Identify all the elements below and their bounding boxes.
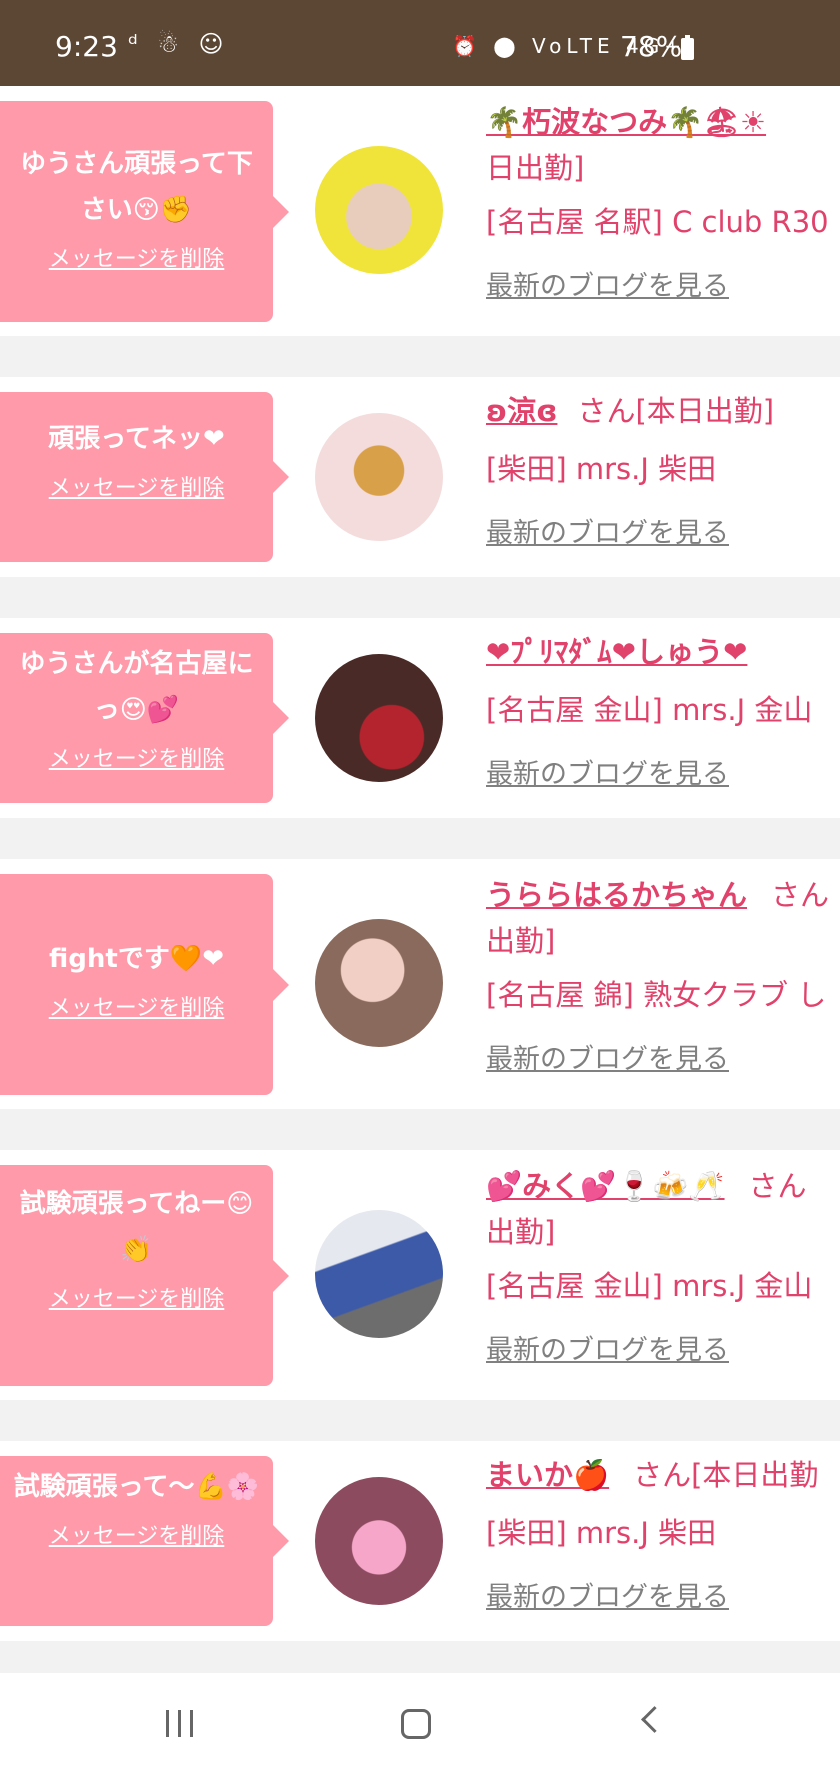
girl-status: さん[本日出勤	[633, 1458, 819, 1492]
girl-status-line: 出勤]	[486, 1215, 556, 1249]
girl-name-link[interactable]: まいか🍎	[486, 1458, 609, 1492]
girl-name-link[interactable]: ʚ涼ɞ	[486, 394, 557, 428]
avatar[interactable]	[315, 413, 443, 541]
message-row: 頑張ってネッ❤ メッセージを削除 ʚ涼ɞ さん[本日出勤] [柴田] mrs.J …	[0, 377, 840, 577]
message-text: ゆうさん頑張って下さい😚✊	[20, 149, 253, 225]
avatar[interactable]	[315, 1210, 443, 1338]
message-bubble: 頑張ってネッ❤ メッセージを削除	[0, 392, 289, 562]
status-time: 9:23	[55, 30, 118, 63]
shop-name: [名古屋 金山] mrs.J 金山	[486, 693, 813, 727]
message-row: fightです🧡❤ メッセージを削除 うららはるかちゃん さん 出勤] [名古屋 …	[0, 859, 840, 1109]
recent-apps-icon[interactable]	[166, 1710, 196, 1737]
blog-link[interactable]: 最新のブログを見る	[486, 1043, 840, 1077]
girl-status-line: 日出勤]	[486, 151, 585, 185]
blog-link[interactable]: 最新のブログを見る	[486, 517, 840, 551]
message-text: 試験頑張って〜💪🌸	[13, 1472, 260, 1502]
girl-info: うららはるかちゃん さん 出勤] [名古屋 錦] 熟女クラブ し 最新のブログを見…	[486, 877, 840, 1077]
girl-info: ʚ涼ɞ さん[本日出勤] [柴田] mrs.J 柴田 最新のブログを見る	[486, 393, 840, 551]
message-row: ゆうさん頑張って下さい😚✊ メッセージを削除 🌴朽波なつみ🌴🏖☀ 日出勤] [名…	[0, 86, 840, 336]
avatar[interactable]	[315, 146, 443, 274]
battery-icon	[681, 35, 694, 60]
blog-link[interactable]: 最新のブログを見る	[486, 1581, 840, 1615]
delete-message-link[interactable]: メッセージを削除	[0, 1281, 273, 1313]
message-bubble: 試験頑張ってねー😊👏 メッセージを削除	[0, 1165, 289, 1386]
girl-status: さん	[748, 1169, 807, 1203]
back-icon[interactable]	[641, 1706, 668, 1733]
avatar[interactable]	[315, 1477, 443, 1605]
shop-name: [名古屋 錦] 熟女クラブ し	[486, 978, 827, 1012]
avatar[interactable]	[315, 919, 443, 1047]
girl-name-link[interactable]: 🌴朽波なつみ🌴🏖☀	[486, 105, 766, 139]
shop-name: [柴田] mrs.J 柴田	[486, 1516, 717, 1550]
message-row: ゆうさんが名古屋にっ😍💕 メッセージを削除 ❤ﾌﾟﾘﾏﾀﾞﾑ❤しゅう❤ [名古屋…	[0, 618, 840, 818]
delete-message-link[interactable]: メッセージを削除	[0, 741, 273, 773]
message-text: ゆうさんが名古屋にっ😍💕	[19, 649, 254, 725]
notification-icons: ᵈ ☃ ☺	[128, 30, 230, 58]
battery-percent: 78%	[620, 30, 683, 63]
message-bubble: fightです🧡❤ メッセージを削除	[0, 874, 289, 1095]
avatar[interactable]	[315, 654, 443, 782]
girl-name-link[interactable]: ❤ﾌﾟﾘﾏﾀﾞﾑ❤しゅう❤	[486, 635, 747, 669]
message-text: 試験頑張ってねー😊👏	[19, 1189, 254, 1265]
delete-message-link[interactable]: メッセージを削除	[0, 241, 273, 273]
girl-info: 🌴朽波なつみ🌴🏖☀ 日出勤] [名古屋 名駅] C club R30 最新のブロ…	[486, 104, 840, 304]
blog-link[interactable]: 最新のブログを見る	[486, 1334, 840, 1368]
blog-link[interactable]: 最新のブログを見る	[486, 758, 840, 792]
delete-message-link[interactable]: メッセージを削除	[0, 990, 273, 1022]
shop-name: [柴田] mrs.J 柴田	[486, 452, 717, 486]
girl-status-line: 出勤]	[486, 924, 556, 958]
home-icon[interactable]	[401, 1709, 431, 1739]
message-bubble: ゆうさんが名古屋にっ😍💕 メッセージを削除	[0, 633, 289, 803]
message-bubble: 試験頑張って〜💪🌸 メッセージを削除	[0, 1456, 289, 1626]
delete-message-link[interactable]: メッセージを削除	[0, 470, 273, 502]
girl-name-link[interactable]: うららはるかちゃん	[486, 878, 747, 912]
message-row: 試験頑張ってねー😊👏 メッセージを削除 💕みく💕🍷🍻🥂 さん 出勤] [名古屋 金…	[0, 1150, 840, 1400]
girl-info: ❤ﾌﾟﾘﾏﾀﾞﾑ❤しゅう❤ [名古屋 金山] mrs.J 金山 最新のブログを見…	[486, 634, 840, 792]
message-text: fightです🧡❤	[49, 944, 224, 974]
message-text: 頑張ってネッ❤	[48, 424, 225, 454]
message-bubble: ゆうさん頑張って下さい😚✊ メッセージを削除	[0, 101, 289, 322]
blog-link[interactable]: 最新のブログを見る	[486, 270, 840, 304]
girl-info: 💕みく💕🍷🍻🥂 さん 出勤] [名古屋 金山] mrs.J 金山 最新のブログを見…	[486, 1168, 840, 1368]
shop-name: [名古屋 名駅] C club R30	[486, 205, 829, 239]
girl-info: まいか🍎 さん[本日出勤 [柴田] mrs.J 柴田 最新のブログを見る	[486, 1457, 840, 1615]
message-row: 試験頑張って〜💪🌸 メッセージを削除 まいか🍎 さん[本日出勤 [柴田] mrs.…	[0, 1441, 840, 1641]
navigation-bar	[0, 1673, 840, 1773]
delete-message-link[interactable]: メッセージを削除	[0, 1518, 273, 1550]
girl-status: さん	[771, 878, 830, 912]
shop-name: [名古屋 金山] mrs.J 金山	[486, 1269, 813, 1303]
girl-name-link[interactable]: 💕みく💕🍷🍻🥂	[486, 1169, 725, 1203]
status-bar: 9:23 ᵈ ☃ ☺ ⏰ ⬤ VoLTE 4G+ 78%	[0, 0, 840, 86]
girl-status: さん[本日出勤]	[577, 394, 775, 428]
